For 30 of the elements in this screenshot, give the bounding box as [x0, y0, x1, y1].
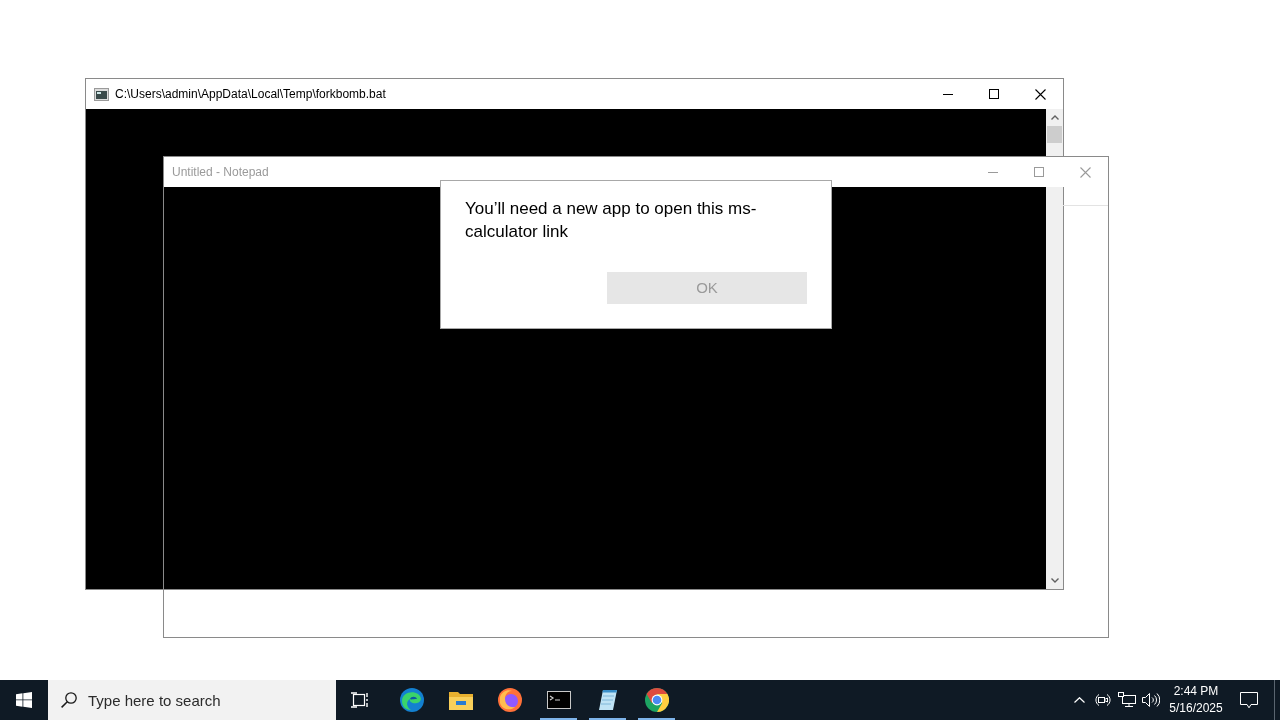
- window-title: Untitled - Notepad: [172, 164, 269, 181]
- notification-icon: [1240, 691, 1258, 709]
- video-camera-icon: [1095, 692, 1111, 708]
- scroll-down-icon[interactable]: [1050, 578, 1059, 583]
- close-icon: [1079, 166, 1091, 178]
- scroll-up-icon[interactable]: [1050, 115, 1059, 120]
- scrollbar-thumb[interactable]: [1047, 126, 1062, 143]
- console-window-icon: [94, 87, 109, 101]
- minimize-icon: [988, 171, 998, 173]
- window-title: C:\Users\admin\AppData\Local\Temp\forkbomb.bat: [115, 86, 386, 103]
- search-icon: [61, 692, 77, 708]
- network-icon: [1118, 692, 1136, 708]
- chevron-up-icon: [1073, 697, 1085, 703]
- maximize-icon: [989, 89, 999, 99]
- volume-icon: [1142, 692, 1160, 708]
- scrollbar[interactable]: [1046, 109, 1063, 589]
- close-icon: [1034, 88, 1046, 100]
- minimize-icon: [943, 93, 953, 95]
- task-view-icon: [350, 692, 370, 708]
- folder-icon: [448, 690, 473, 710]
- clock-button[interactable]: 2:44 PM 5/16/2025: [1166, 680, 1226, 720]
- notepad-icon: [596, 689, 619, 711]
- dialog-message: You’ll need a new app to open this ms-calculator link: [465, 198, 758, 243]
- windows-logo-icon: [16, 692, 32, 708]
- search-field[interactable]: Type here to search: [48, 680, 336, 720]
- terminal-icon: [546, 691, 571, 709]
- firefox-icon: [497, 688, 522, 712]
- chrome-icon: [644, 688, 669, 712]
- maximize-icon: [1034, 167, 1044, 177]
- edge-icon: [399, 688, 424, 712]
